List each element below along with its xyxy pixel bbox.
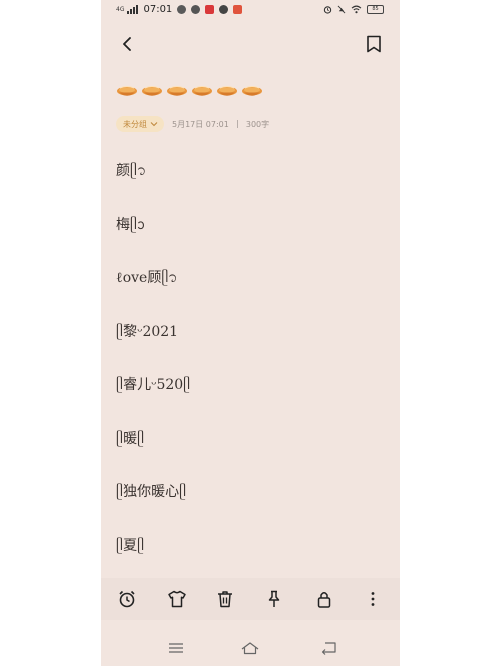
bookmark-icon [367, 35, 381, 53]
group-selector[interactable]: 未分组 [116, 116, 164, 132]
orange-bowl-icon [117, 86, 137, 96]
note-title [116, 84, 263, 99]
note-line: ᥫ睿儿ᵕ520ᥫ [116, 377, 191, 393]
home-icon [241, 642, 259, 655]
mute-icon [337, 5, 346, 14]
phone-screen: 4G 07:01 85 未分组 5月17日 07:01 300字 颜ᥫ᭡ 梅ᥫᩣ… [101, 0, 400, 666]
status-bar: 4G 07:01 85 [101, 0, 400, 22]
pin-icon [268, 590, 280, 607]
note-meta: 未分组 5月17日 07:01 300字 [116, 116, 269, 132]
compass-icon [219, 5, 229, 14]
menu-icon [169, 643, 183, 653]
more-button[interactable] [361, 587, 385, 611]
char-count: 300字 [245, 119, 270, 129]
note-body[interactable]: 颜ᥫ᭡ 梅ᥫᩣ ℓove顾ᥫ᭡ ᥫ黎ᵕ2021 ᥫ睿儿ᵕ520ᥫ ᥫ暖ᥫ ᥫ独你… [116, 160, 190, 588]
theme-button[interactable] [165, 587, 189, 611]
back-arrow-icon [321, 642, 336, 655]
group-label: 未分组 [123, 119, 147, 129]
note-line: ᥫ暖ᥫ [116, 430, 145, 447]
trash-icon [218, 591, 232, 608]
orange-bowl-icon [142, 86, 162, 96]
delete-button[interactable] [213, 587, 237, 611]
pin-button[interactable] [262, 587, 286, 611]
alarm-status-icon [323, 6, 332, 14]
signal-icon [127, 5, 139, 14]
more-vertical-icon [371, 592, 375, 606]
bottom-toolbar [101, 578, 400, 620]
app-notification-icon [177, 5, 187, 14]
note-line: 颜ᥫ᭡ [116, 163, 147, 179]
reminder-button[interactable] [115, 587, 139, 611]
calendar-app-icon [233, 5, 243, 14]
home-nav-button[interactable] [239, 638, 261, 658]
battery-icon: 85 [367, 5, 384, 14]
back-nav-button[interactable] [318, 638, 340, 658]
note-date: 5月17日 07:01 [172, 119, 229, 129]
wifi-icon [351, 5, 362, 14]
top-bar [101, 30, 400, 58]
chevron-down-icon [150, 122, 158, 127]
menu-nav-button[interactable] [165, 638, 187, 658]
orange-bowl-icon [242, 86, 262, 96]
wechat-icon [191, 5, 201, 14]
red-app-icon [205, 5, 215, 14]
status-left: 4G 07:01 [116, 4, 243, 15]
lock-button[interactable] [312, 587, 336, 611]
meta-divider [236, 120, 238, 128]
orange-bowl-icon [167, 86, 187, 96]
status-time: 07:01 [143, 4, 173, 15]
orange-bowl-icon [217, 86, 237, 96]
back-button[interactable] [115, 32, 139, 56]
status-right: 85 [323, 5, 384, 14]
bookmark-button[interactable] [362, 32, 386, 56]
note-line: ᥫ独你暖心ᥫ [116, 484, 187, 500]
note-line: ℓove顾ᥫ᭡ [116, 270, 178, 286]
network-type: 4G [116, 5, 125, 13]
note-line: ᥫ黎ᵕ2021 [116, 323, 179, 340]
chevron-left-icon [123, 37, 131, 51]
system-nav-bar [101, 634, 400, 664]
orange-bowl-icon [192, 86, 212, 96]
alarm-clock-icon [119, 590, 135, 608]
note-line: 梅ᥫᩣ [116, 216, 145, 233]
lock-icon [317, 592, 331, 608]
shirt-icon [168, 590, 186, 608]
